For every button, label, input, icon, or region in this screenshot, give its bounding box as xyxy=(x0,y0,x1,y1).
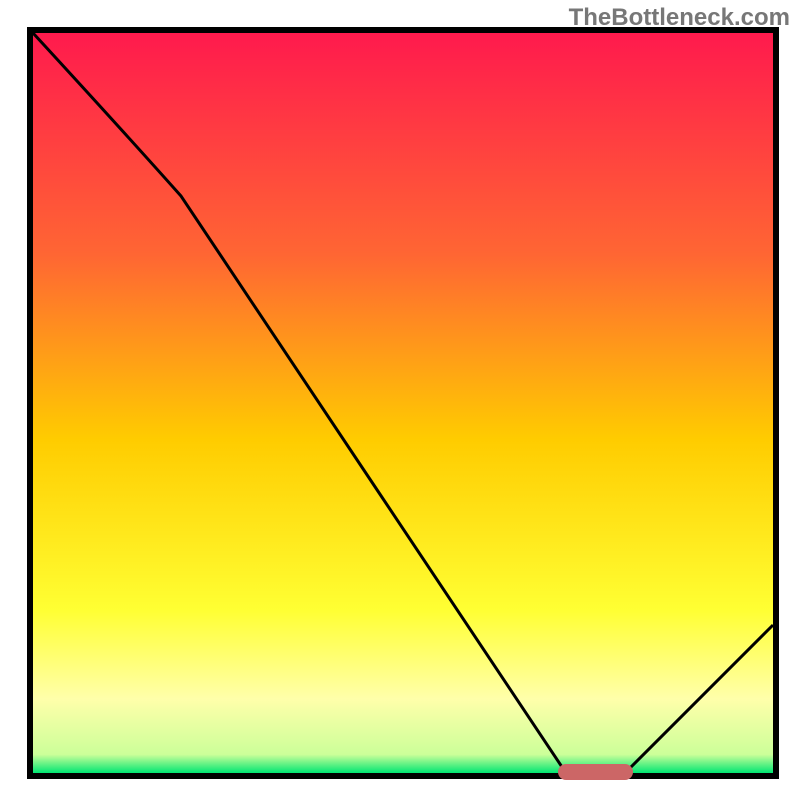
watermark: TheBottleneck.com xyxy=(569,4,790,32)
bottleneck-chart: TheBottleneck.com xyxy=(0,0,800,800)
chart-svg xyxy=(0,0,800,800)
optimal-range-marker xyxy=(558,764,633,780)
gradient-background xyxy=(33,33,773,773)
